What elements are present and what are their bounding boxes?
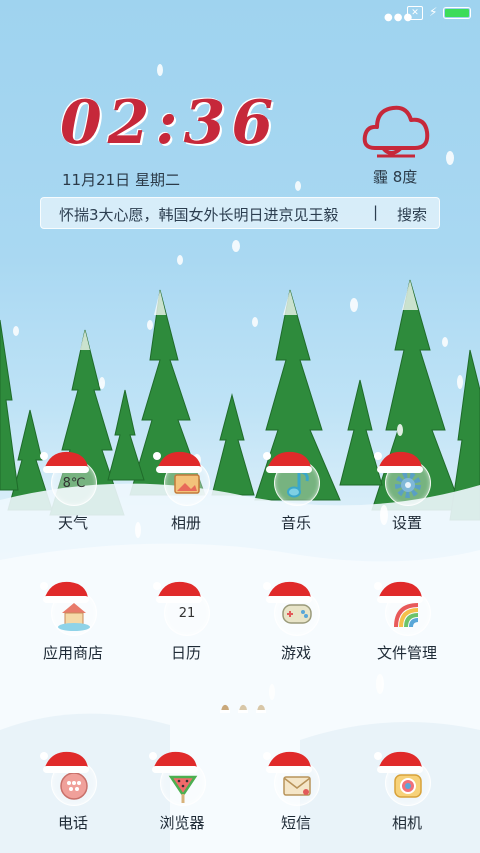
app-label: 应用商店: [42, 644, 103, 662]
santa-hat-icon: [40, 451, 89, 473]
status-bar: ●●● ✕ ⚡: [0, 0, 480, 28]
no-sim-icon: ✕: [407, 6, 423, 20]
weather-text: 霾 8度: [373, 168, 418, 186]
app-label: 文件管理: [376, 644, 437, 662]
page-dot-active: [220, 704, 230, 713]
cloud-outline-icon: [362, 105, 430, 158]
santa-hat-icon: [263, 751, 312, 773]
weather-temp-badge: 8℃: [62, 475, 86, 491]
page-dot: [256, 704, 266, 713]
app-label: 相册: [170, 514, 201, 532]
calendar-day-badge: 21: [178, 605, 196, 621]
page-indicator[interactable]: [220, 703, 266, 715]
app-music[interactable]: 音乐: [241, 451, 351, 548]
app-messages[interactable]: 短信: [241, 751, 351, 848]
bolt-icon: ⚡: [429, 5, 438, 19]
app-gallery[interactable]: 相册: [131, 451, 241, 548]
app-label: 天气: [57, 514, 88, 532]
santa-hat-icon: [153, 451, 202, 473]
clock-time[interactable]: 02:36: [60, 88, 279, 158]
app-calendar[interactable]: 21 日历: [131, 581, 241, 678]
app-label: 音乐: [280, 514, 311, 532]
battery-icon: [443, 7, 471, 19]
app-label: 浏览器: [159, 814, 205, 832]
santa-hat-icon: [374, 581, 423, 603]
home-screen: ●●● ✕ ⚡ 02:36 11月21日 星期二 霾 8度 怀揣3大心愿，韩国女…: [0, 0, 480, 853]
search-button[interactable]: 搜索: [397, 204, 427, 225]
santa-hat-icon: [374, 451, 423, 473]
app-weather[interactable]: 8℃ 天气: [18, 451, 128, 548]
search-bar[interactable]: 怀揣3大心愿，韩国女外长明日进京见王毅 | 搜索: [40, 197, 440, 229]
app-label: 日历: [170, 644, 201, 662]
santa-hat-icon: [153, 581, 202, 603]
santa-hat-icon: [263, 581, 312, 603]
santa-hat-icon: [374, 751, 423, 773]
weather-widget[interactable]: 霾 8度: [355, 96, 435, 192]
santa-hat-icon: [263, 451, 312, 473]
clock-date: 11月21日 星期二: [62, 171, 180, 189]
app-label: 相机: [391, 814, 422, 832]
search-hot-query[interactable]: 怀揣3大心愿，韩国女外长明日进京见王毅: [59, 204, 339, 225]
app-store[interactable]: 应用商店: [18, 581, 128, 678]
app-file-manager[interactable]: 文件管理: [352, 581, 462, 678]
santa-hat-icon: [40, 751, 89, 773]
santa-hat-icon: [40, 581, 89, 603]
app-phone[interactable]: 电话: [18, 751, 128, 848]
app-camera[interactable]: 相机: [352, 751, 462, 848]
search-divider: |: [373, 203, 379, 221]
app-label: 游戏: [280, 644, 311, 662]
santa-hat-icon: [149, 751, 198, 773]
app-label: 短信: [280, 814, 311, 832]
app-browser[interactable]: 浏览器: [127, 751, 237, 848]
app-settings[interactable]: 设置: [352, 451, 462, 548]
app-games[interactable]: 游戏: [241, 581, 351, 678]
page-dot: [238, 704, 248, 713]
battery-level: [445, 9, 469, 17]
app-label: 电话: [57, 814, 88, 832]
app-label: 设置: [391, 514, 422, 532]
